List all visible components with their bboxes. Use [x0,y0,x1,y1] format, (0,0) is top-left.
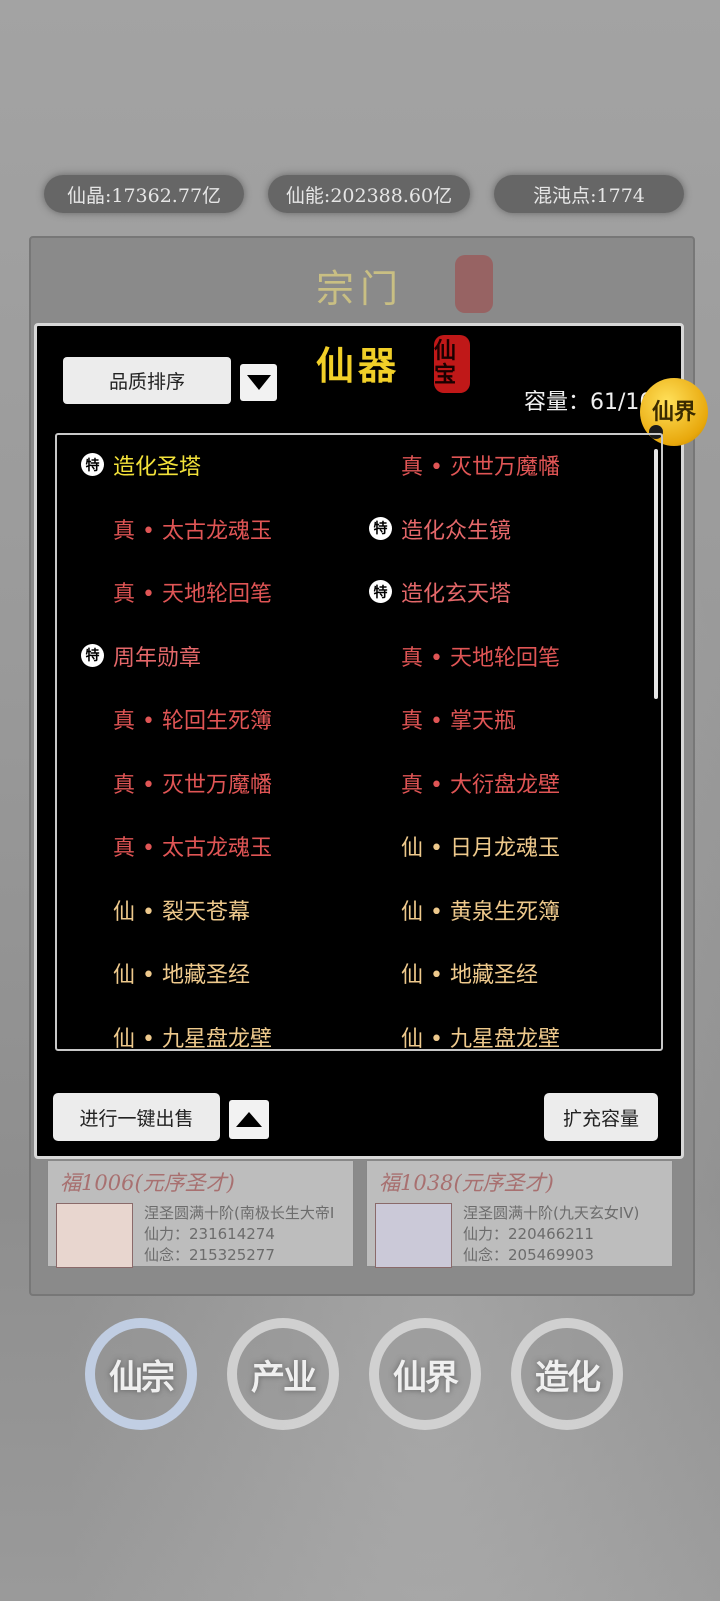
member-realm: 涅圣圆满十阶(南极长生大帝I [144,1204,335,1222]
hundundian-resource: 混沌点:1774 [494,175,684,213]
artifact-item[interactable]: 仙 • 日月龙魂玉 [351,816,651,880]
artifact-item[interactable]: 特造化众生镜 [351,499,651,563]
special-badge-icon: 特 [369,580,392,603]
artifact-item[interactable]: 真 • 掌天瓶 [351,689,651,753]
artifact-item[interactable]: 真 • 太古龙魂玉 [57,816,351,880]
artifact-name: 真 • 天地轮回笔 [113,582,272,607]
artifact-name: 仙 • 裂天苍幕 [113,899,250,925]
modal-title: 仙器 [316,343,401,388]
artifact-item[interactable]: 特周年勋章 [57,626,351,690]
artifact-name: 仙 • 黄泉生死簿 [401,899,560,925]
nav-zaohua[interactable]: 造化 [511,1318,623,1430]
artifact-name: 真 • 大衍盘龙壁 [401,772,560,798]
artifact-list[interactable]: 特造化圣塔真 • 灭世万魔幡真 • 太古龙魂玉特造化众生镜真 • 天地轮回笔特造… [55,433,663,1051]
member-info: 涅圣圆满十阶(九天玄女IV) 仙力：220466211 仙念：205469903 [463,1203,639,1266]
member-name: 福1038(元序圣才) [379,1171,554,1195]
member-card[interactable]: 福1006(元序圣才) 涅圣圆满十阶(南极长生大帝I 仙力：231614274 … [47,1160,354,1268]
member-info: 涅圣圆满十阶(南极长生大帝I 仙力：231614274 仙念：215325277 [144,1203,334,1266]
artifact-name: 真 • 天地轮回笔 [401,645,560,671]
artifact-name: 仙 • 九星盘龙壁 [113,1026,272,1051]
artifact-name: 周年勋章 [113,645,202,671]
artifact-name: 真 • 灭世万魔幡 [401,455,560,480]
list-scrollbar[interactable] [654,449,658,699]
artifact-name: 仙 • 地藏圣经 [113,963,250,988]
xianbao-seal-icon: 仙宝 [434,335,470,393]
artifact-item[interactable]: 真 • 大衍盘龙壁 [351,753,651,817]
capacity-label: 容量：61/10 [524,390,654,415]
artifact-item[interactable]: 仙 • 九星盘龙壁 [57,1007,351,1051]
quality-sort-button[interactable]: 品质排序 [63,357,231,404]
nav-xianjie[interactable]: 仙界 [369,1318,481,1430]
artifact-name: 仙 • 地藏圣经 [401,963,538,988]
artifact-name: 真 • 轮回生死簿 [113,709,272,734]
artifact-item[interactable]: 真 • 天地轮回笔 [57,562,351,626]
member-card[interactable]: 福1038(元序圣才) 涅圣圆满十阶(九天玄女IV) 仙力：220466211 … [366,1160,673,1268]
artifact-name: 真 • 太古龙魂玉 [113,518,272,544]
xianjing-resource: 仙晶:17362.77亿 [44,175,244,213]
member-power: 仙力：220466211 [463,1225,594,1243]
sort-dropdown-icon[interactable] [240,364,277,401]
nav-chanye[interactable]: 产业 [227,1318,339,1430]
artifact-item[interactable]: 真 • 灭世万魔幡 [57,753,351,817]
special-badge-icon: 特 [81,453,104,476]
artifact-name: 造化圣塔 [113,455,202,480]
member-name: 福1006(元序圣才) [60,1171,235,1195]
artifact-item[interactable]: 真 • 灭世万魔幡 [351,435,651,499]
artifact-item[interactable]: 真 • 天地轮回笔 [351,626,651,690]
nav-xianzong[interactable]: 仙宗 [85,1318,197,1430]
artifact-item[interactable]: 仙 • 九星盘龙壁 [351,1007,651,1051]
artifact-item[interactable]: 仙 • 地藏圣经 [351,943,651,1007]
sect-seal-icon [455,255,493,313]
artifact-item[interactable]: 仙 • 黄泉生死簿 [351,880,651,944]
member-mind: 仙念：215325277 [144,1246,275,1264]
member-power: 仙力：231614274 [144,1225,275,1243]
member-mind: 仙念：205469903 [463,1246,594,1264]
expand-capacity-button[interactable]: 扩充容量 [544,1093,658,1141]
member-realm: 涅圣圆满十阶(九天玄女IV) [463,1204,640,1222]
artifact-name: 仙 • 九星盘龙壁 [401,1026,560,1051]
special-badge-icon: 特 [369,516,392,540]
artifact-item[interactable]: 特造化圣塔 [57,435,351,499]
artifact-item[interactable]: 真 • 轮回生死簿 [57,689,351,753]
artifact-item[interactable]: 真 • 太古龙魂玉 [57,499,351,563]
xianneng-resource: 仙能:202388.60亿 [268,175,470,213]
artifact-name: 真 • 掌天瓶 [401,709,516,734]
artifact-name: 造化玄天塔 [401,582,512,607]
artifact-item[interactable]: 仙 • 地藏圣经 [57,943,351,1007]
collapse-up-icon[interactable] [229,1100,269,1139]
artifact-name: 仙 • 日月龙魂玉 [401,836,560,861]
artifact-item[interactable]: 特造化玄天塔 [351,562,651,626]
member-avatar [375,1203,452,1268]
one-click-sell-button[interactable]: 进行一键出售 [53,1093,220,1141]
special-badge-icon: 特 [81,643,104,667]
sect-title: 宗门 [316,267,405,311]
artifact-item[interactable]: 仙 • 裂天苍幕 [57,880,351,944]
artifact-name: 真 • 灭世万魔幡 [113,772,272,798]
member-avatar [56,1203,133,1268]
artifact-name: 造化众生镜 [401,518,512,544]
artifact-name: 真 • 太古龙魂玉 [113,836,272,861]
